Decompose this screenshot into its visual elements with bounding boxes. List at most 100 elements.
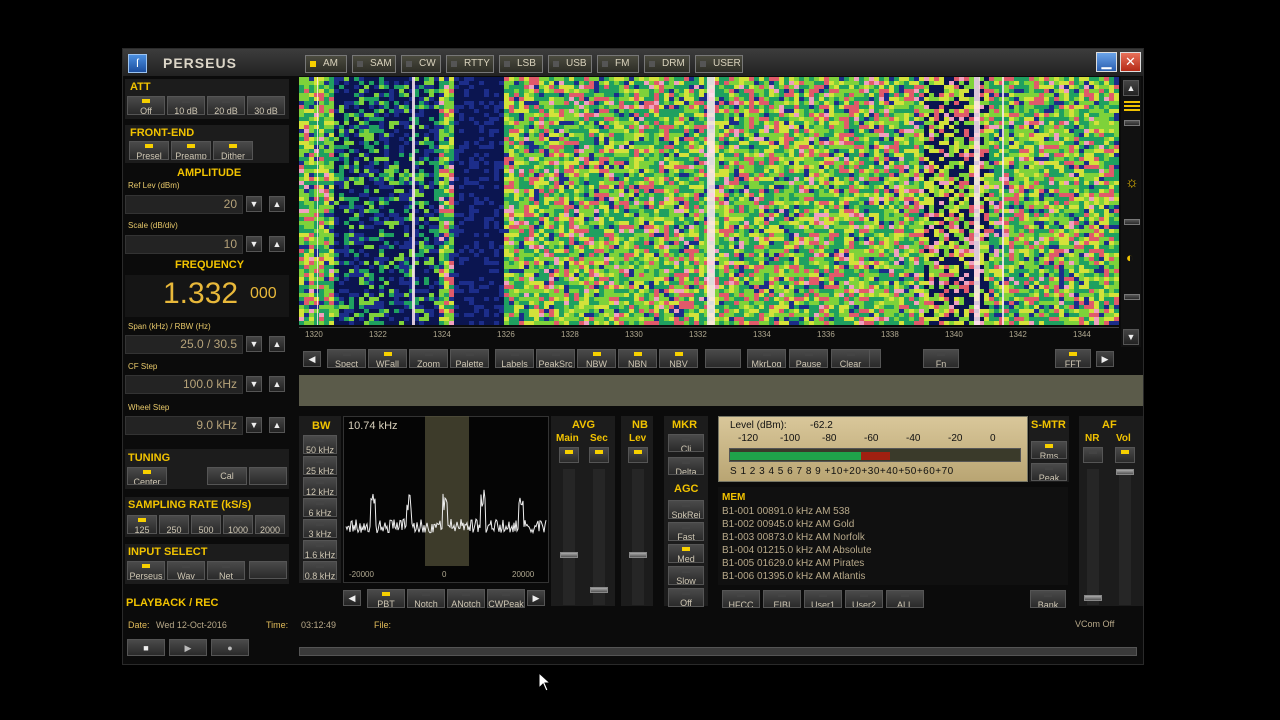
filter-next-button[interactable]: ▶ <box>527 590 545 606</box>
avg-sec-toggle[interactable] <box>589 447 609 463</box>
fn-button[interactable]: Fn <box>923 349 959 368</box>
toolbar-clear-button[interactable]: Clear <box>831 349 870 368</box>
ref-level-value[interactable]: 20 <box>125 195 243 214</box>
nr-knob[interactable] <box>1084 595 1102 601</box>
memory-row[interactable]: B1-003 00873.0 kHz AM Norfolk <box>722 532 865 543</box>
nb-toggle[interactable] <box>628 447 648 463</box>
wheel-step-down-button[interactable]: ▼ <box>246 417 262 433</box>
mode-sam-button[interactable]: SAM <box>352 55 396 73</box>
input-extra-button[interactable] <box>249 561 287 579</box>
scale-up-button[interactable]: ▲ <box>269 236 285 252</box>
ref-level-up-button[interactable]: ▲ <box>269 196 285 212</box>
agc-slow-button[interactable]: Slow <box>668 566 704 585</box>
waterfall-scroll-down-button[interactable]: ▼ <box>1123 329 1139 345</box>
bw-3khz-button[interactable]: 3 kHz <box>303 519 337 538</box>
contrast-slider-knob[interactable] <box>1124 294 1140 300</box>
input-perseus-button[interactable]: Perseus <box>127 561 165 580</box>
toolbar-pause-button[interactable]: Pause <box>789 349 828 368</box>
toolbar-peaksrc-button[interactable]: PeakSrc <box>536 349 575 368</box>
close-button[interactable]: ✕ <box>1120 52 1141 72</box>
toolbar-palette-button[interactable]: Palette <box>450 349 489 368</box>
memory-row[interactable]: B1-001 00891.0 kHz AM 538 <box>722 506 850 517</box>
mode-drm-button[interactable]: DRM <box>644 55 690 73</box>
waterfall-scroll-up-button[interactable]: ▲ <box>1123 80 1139 96</box>
cf-step-down-button[interactable]: ▼ <box>246 376 262 392</box>
mode-fm-button[interactable]: FM <box>597 55 639 73</box>
toolbar-labels-button[interactable]: Labels <box>495 349 534 368</box>
frontend-presel-button[interactable]: Presel <box>129 141 169 160</box>
playback-progress-bar[interactable] <box>299 647 1137 656</box>
span-up-button[interactable]: ▲ <box>269 336 285 352</box>
bw-6khz-button[interactable]: 6 kHz <box>303 498 337 517</box>
mem-eibi-button[interactable]: EIBI <box>763 590 801 608</box>
input-net-button[interactable]: Net <box>207 561 245 580</box>
bw-50khz-button[interactable]: 50 kHz <box>303 435 337 454</box>
memory-row[interactable]: B1-002 00945.0 kHz AM Gold <box>722 519 854 530</box>
agc-off-button[interactable]: Off <box>668 588 704 607</box>
vol-slider[interactable] <box>1119 469 1131 605</box>
bw-08khz-button[interactable]: 0.8 kHz <box>303 561 337 580</box>
att-off-button[interactable]: Off <box>127 96 165 115</box>
att-10db-button[interactable]: 10 dB <box>167 96 205 115</box>
frontend-dither-button[interactable]: Dither <box>213 141 253 160</box>
avg-main-knob[interactable] <box>560 552 578 558</box>
brightness-slider-knob[interactable] <box>1124 219 1140 225</box>
minimize-button[interactable]: ▁ <box>1096 52 1117 72</box>
play-button[interactable]: ▶ <box>169 639 207 656</box>
wheel-step-value[interactable]: 9.0 kHz <box>125 416 243 435</box>
filter-notch-button[interactable]: Notch <box>407 589 445 608</box>
toolbar-mkrlog-button[interactable]: MkrLog <box>747 349 786 368</box>
avg-sec-knob[interactable] <box>590 587 608 593</box>
bw-25khz-button[interactable]: 25 kHz <box>303 456 337 475</box>
avg-sec-slider[interactable] <box>593 469 605 605</box>
bw-16khz-button[interactable]: 1.6 kHz <box>303 540 337 559</box>
mode-user-button[interactable]: USER <box>695 55 743 73</box>
sample-rate-250-button[interactable]: 250 <box>159 515 189 534</box>
agc-spkrej-button[interactable]: SpkRej <box>668 500 704 519</box>
vol-toggle[interactable] <box>1115 447 1135 463</box>
contrast-icon[interactable]: ◐ <box>1126 250 1134 265</box>
sample-rate-125-button[interactable]: 125 <box>127 515 157 534</box>
peak-button[interactable]: Peak <box>1031 463 1067 481</box>
toolbar-wfall-button[interactable]: WFall <box>368 349 407 368</box>
mode-rtty-button[interactable]: RTTY <box>446 55 494 73</box>
mode-cw-button[interactable]: CW <box>401 55 441 73</box>
mode-am-button[interactable]: AM <box>305 55 347 73</box>
speed-slider-knob[interactable] <box>1124 120 1140 126</box>
toolbar-spect-button[interactable]: Spect <box>327 349 366 368</box>
rms-button[interactable]: Rms <box>1031 441 1067 459</box>
agc-med-button[interactable]: Med <box>668 544 704 563</box>
memory-row[interactable]: B1-004 01215.0 kHz AM Absolute <box>722 545 872 556</box>
nb-knob[interactable] <box>629 552 647 558</box>
scale-value[interactable]: 10 <box>125 235 243 254</box>
mem-user1-button[interactable]: User1 <box>804 590 842 608</box>
sample-rate-2000-button[interactable]: 2000 <box>255 515 285 534</box>
mode-usb-button[interactable]: USB <box>548 55 592 73</box>
frontend-preamp-button[interactable]: Preamp <box>171 141 211 160</box>
wheel-step-up-button[interactable]: ▲ <box>269 417 285 433</box>
avg-main-slider[interactable] <box>563 469 575 605</box>
mode-lsb-button[interactable]: LSB <box>499 55 543 73</box>
toolbar-nbv-button[interactable]: NBV <box>659 349 698 368</box>
mem-user2-button[interactable]: User2 <box>845 590 883 608</box>
vol-knob[interactable] <box>1116 469 1134 475</box>
toolbar-blank-button[interactable] <box>705 349 741 368</box>
mem-all-button[interactable]: ALL <box>886 590 924 608</box>
waterfall-speed-icon[interactable] <box>1124 101 1140 113</box>
cf-step-value[interactable]: 100.0 kHz <box>125 375 243 394</box>
toolbar-nbn-button[interactable]: NBN <box>618 349 657 368</box>
filter-pbt-button[interactable]: PBT <box>367 589 405 608</box>
bank-button[interactable]: Bank <box>1030 590 1066 608</box>
stop-button[interactable]: ■ <box>127 639 165 656</box>
nb-slider[interactable] <box>632 469 644 605</box>
agc-fast-button[interactable]: Fast <box>668 522 704 541</box>
brightness-icon[interactable]: ☼ <box>1125 174 1139 191</box>
waterfall-display[interactable] <box>299 77 1119 325</box>
nr-slider[interactable] <box>1087 469 1099 605</box>
toolbar-prev-button[interactable]: ◀ <box>303 351 321 367</box>
fft-button[interactable]: FFT <box>1055 349 1091 368</box>
center-button[interactable]: Center <box>127 467 167 485</box>
memory-row[interactable]: B1-005 01629.0 kHz AM Pirates <box>722 558 864 569</box>
bw-12khz-button[interactable]: 12 kHz <box>303 477 337 496</box>
toolbar-zoom-button[interactable]: Zoom <box>409 349 448 368</box>
